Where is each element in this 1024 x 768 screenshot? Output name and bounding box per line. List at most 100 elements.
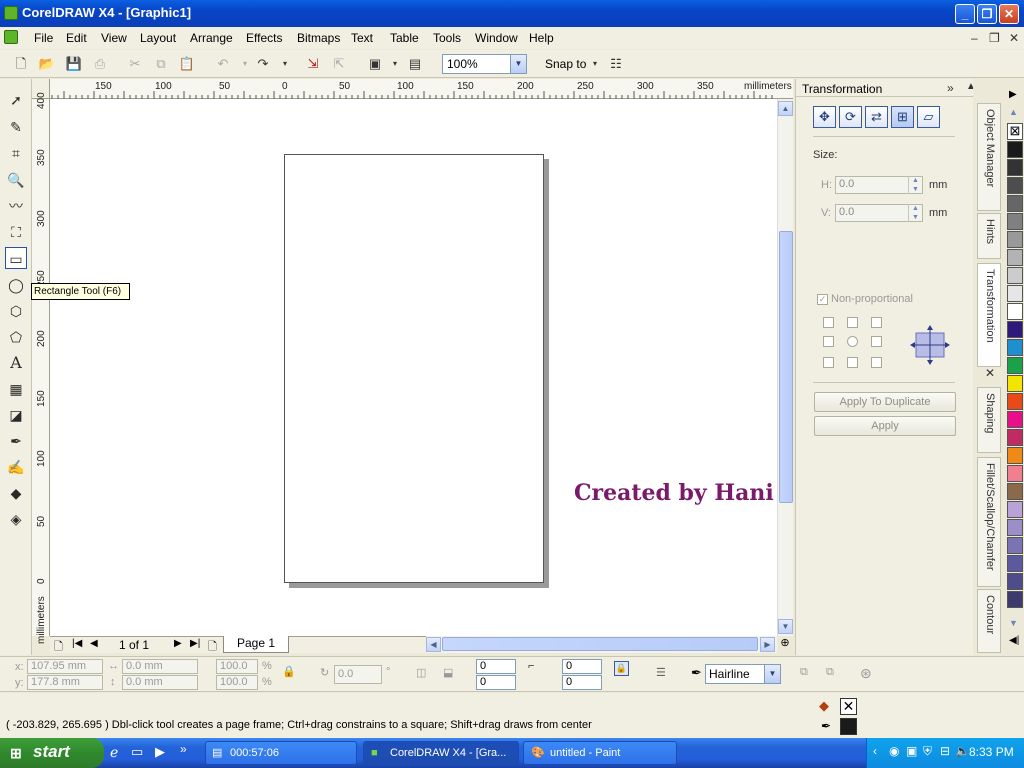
corner-top-left-field[interactable]: 0	[476, 659, 516, 674]
no-color-swatch[interactable]: ⊠	[1007, 123, 1023, 140]
tray-network-icon[interactable]: ▣	[906, 744, 917, 758]
interactive-blend-tool-icon[interactable]: ◪	[5, 404, 27, 426]
taskbar-item-coreldraw[interactable]: ■ CorelDRAW X4 - [Gra...	[363, 741, 519, 765]
color-swatch[interactable]	[1007, 429, 1023, 446]
non-proportional-checkbox[interactable]: ✓	[817, 294, 828, 305]
height-field[interactable]: 0.0 ▲ ▼	[835, 176, 923, 194]
menu-edit[interactable]: Edit	[66, 31, 87, 45]
minimize-icon[interactable]: _	[955, 4, 975, 24]
tab-hints[interactable]: Hints	[977, 213, 1001, 259]
redo-icon[interactable]: ↷	[254, 55, 272, 73]
object-width-field[interactable]: 0.0 mm	[122, 659, 198, 674]
color-swatch[interactable]	[1007, 393, 1023, 410]
anchor-bottom-left[interactable]	[823, 357, 834, 368]
taskbar-item-paint[interactable]: 🎨 untitled - Paint	[523, 741, 677, 765]
color-swatch[interactable]	[1007, 177, 1023, 194]
width-field[interactable]: 0.0 ▲ ▼	[835, 204, 923, 222]
corner-bottom-left-field[interactable]: 0	[476, 675, 516, 690]
object-height-field[interactable]: 0.0 mm	[122, 675, 198, 690]
apply-to-duplicate-button[interactable]: Apply To Duplicate	[814, 392, 956, 412]
palette-scroll-down-icon[interactable]: ▼	[1009, 618, 1018, 628]
insert-page-icon[interactable]: 🗋	[54, 638, 63, 657]
expand-docker-icon[interactable]: »	[947, 81, 954, 95]
outline-width-combo[interactable]: Hairline ▼	[705, 664, 781, 684]
color-swatch[interactable]	[1007, 411, 1023, 428]
fill-tool-icon[interactable]: ◆	[5, 482, 27, 504]
scale-x-field[interactable]: 100.0	[216, 659, 258, 674]
color-swatch[interactable]	[1007, 285, 1023, 302]
lock-ratio-icon[interactable]: 🔒	[282, 665, 296, 678]
copy-icon[interactable]: ⧉	[152, 55, 170, 73]
coreldraw-app-icon[interactable]	[4, 6, 18, 20]
menu-arrange[interactable]: Arrange	[190, 31, 233, 45]
convert-to-curves-icon[interactable]: ⊛	[860, 665, 872, 682]
tab-transformation[interactable]: Transformation	[977, 263, 1001, 367]
color-swatch[interactable]	[1007, 573, 1023, 590]
chevron-down-icon[interactable]: ▼	[510, 55, 526, 73]
text-tool-icon[interactable]: A	[5, 352, 27, 374]
color-swatch[interactable]	[1007, 195, 1023, 212]
shape-tool-icon[interactable]: ✎	[5, 116, 27, 138]
anchor-top-right[interactable]	[871, 317, 882, 328]
height-spin-icon[interactable]: ▲ ▼	[908, 176, 922, 194]
page-frame[interactable]	[284, 154, 544, 583]
tab-object-manager[interactable]: Object Manager	[977, 103, 1001, 211]
menu-window[interactable]: Window	[475, 31, 518, 45]
start-button[interactable]: ⊞ start	[0, 738, 104, 768]
vertical-scroll-thumb[interactable]	[779, 231, 793, 503]
doc-restore-icon[interactable]: ❐	[989, 31, 1000, 45]
close-icon[interactable]: ✕	[999, 4, 1019, 24]
menu-layout[interactable]: Layout	[140, 31, 176, 45]
palette-menu-icon[interactable]: ▶	[1009, 89, 1017, 100]
doc-minimize-icon[interactable]: –	[971, 31, 978, 45]
rotate-icon[interactable]: ⟳	[839, 106, 862, 128]
horizontal-scrollbar[interactable]: ◀ ▶	[426, 636, 777, 653]
smart-fill-tool-icon[interactable]: ⛶	[5, 221, 27, 243]
wrap-text-icon[interactable]: ☰	[656, 666, 666, 679]
menu-text[interactable]: Text	[351, 31, 373, 45]
rotation-field[interactable]: 0.0	[334, 665, 382, 684]
color-swatch[interactable]	[1007, 267, 1023, 284]
print-icon[interactable]: ⎙	[91, 55, 109, 73]
polygon-tool-icon[interactable]: ⬡	[5, 300, 27, 322]
menu-view[interactable]: View	[101, 31, 127, 45]
color-swatch[interactable]	[1007, 501, 1023, 518]
basic-shapes-tool-icon[interactable]: ⬠	[5, 326, 27, 348]
mirror-vertical-icon[interactable]: ⬓	[443, 666, 453, 679]
color-swatch[interactable]	[1007, 339, 1023, 356]
table-tool-icon[interactable]: ▦	[5, 378, 27, 400]
position-icon[interactable]: ✥	[813, 106, 836, 128]
chevron-down-icon[interactable]: ▼	[764, 665, 780, 683]
scroll-down-icon[interactable]: ▼	[778, 619, 793, 634]
vertical-scrollbar[interactable]: ▲ ▼	[777, 99, 793, 636]
undo-icon[interactable]: ↶	[214, 55, 232, 73]
color-swatch[interactable]	[1007, 231, 1023, 248]
no-fill-swatch[interactable]: ✕	[840, 698, 857, 715]
color-swatch[interactable]	[1007, 357, 1023, 374]
new-document-icon[interactable]: 🗋	[12, 55, 30, 73]
menu-tools[interactable]: Tools	[433, 31, 461, 45]
save-icon[interactable]: 💾	[65, 55, 83, 73]
rectangle-tool-icon[interactable]: ▭	[5, 247, 27, 269]
page-tab[interactable]: Page 1	[223, 636, 289, 653]
color-swatch[interactable]	[1007, 375, 1023, 392]
color-swatch[interactable]	[1007, 141, 1023, 158]
color-swatch[interactable]	[1007, 519, 1023, 536]
menu-file[interactable]: File	[34, 31, 53, 45]
skew-icon[interactable]: ▱	[917, 106, 940, 128]
zoom-level-combo[interactable]: 100% ▼	[442, 54, 527, 74]
ellipse-tool-icon[interactable]: ◯	[5, 274, 27, 296]
pick-tool-icon[interactable]: ➚	[5, 89, 27, 111]
crop-tool-icon[interactable]: ⌗	[5, 142, 27, 164]
close-tab-icon[interactable]: ✕	[985, 366, 995, 380]
color-swatch[interactable]	[1007, 591, 1023, 608]
menu-help[interactable]: Help	[529, 31, 554, 45]
options-icon[interactable]: ☷	[607, 55, 625, 73]
anchor-middle-left[interactable]	[823, 336, 834, 347]
round-corners-together-icon[interactable]: 🔒	[614, 661, 629, 676]
restore-icon[interactable]: ❐	[977, 4, 997, 24]
media-player-icon[interactable]: ▶	[155, 744, 165, 760]
mirror-horizontal-icon[interactable]: ◫	[416, 666, 426, 679]
color-swatch[interactable]	[1007, 465, 1023, 482]
last-page-icon[interactable]: ▶|	[190, 638, 200, 649]
